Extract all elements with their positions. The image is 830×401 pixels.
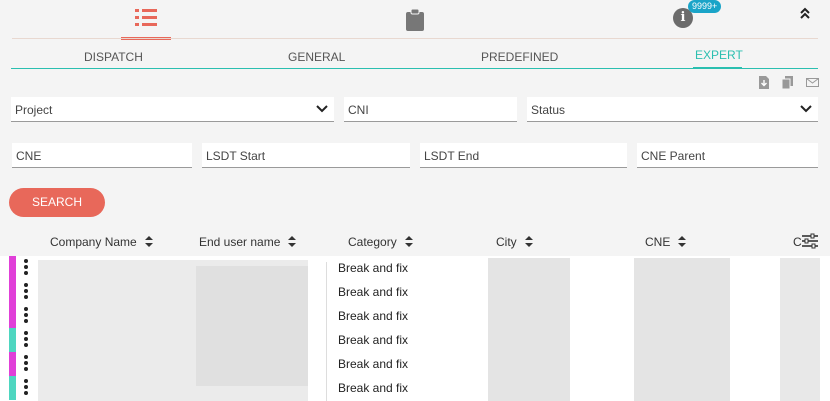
table-row[interactable]: Break and fix xyxy=(0,376,830,400)
table-body: Break and fix Break and fix Break and fi… xyxy=(0,256,830,401)
table-row[interactable]: Break and fix xyxy=(0,352,830,376)
lsdt-start-field[interactable]: LSDT Start xyxy=(202,143,410,168)
lsdt-end-placeholder: LSDT End xyxy=(424,149,480,163)
tab-bar: DISPATCH GENERAL PREDEFINED EXPERT xyxy=(12,44,818,68)
column-header-end-user-name[interactable]: End user name xyxy=(199,235,297,249)
status-stripe xyxy=(9,304,16,328)
chevron-down-icon xyxy=(800,105,812,113)
category-cell: Break and fix xyxy=(338,261,409,275)
top-icon-bar: i 9999+ xyxy=(0,0,830,40)
status-stripe xyxy=(9,376,16,400)
sort-icon xyxy=(524,236,533,247)
status-stripe xyxy=(9,256,16,280)
download-icon[interactable] xyxy=(758,76,770,89)
category-cell: Break and fix xyxy=(338,357,409,371)
cni-field[interactable]: CNI xyxy=(344,97,517,122)
table-header: Company Name End user name Category City… xyxy=(0,228,830,256)
status-select[interactable]: Status xyxy=(527,97,818,122)
project-select[interactable]: Project xyxy=(11,97,334,122)
mail-icon[interactable] xyxy=(806,76,819,89)
table-row[interactable]: Break and fix xyxy=(0,280,830,304)
tab-general[interactable]: GENERAL xyxy=(288,50,345,64)
cne-field[interactable]: CNE xyxy=(12,143,192,168)
sort-icon xyxy=(288,236,297,247)
tab-predefined[interactable]: PREDEFINED xyxy=(481,50,558,64)
cne-parent-placeholder: CNE Parent xyxy=(641,149,706,163)
category-cell: Break and fix xyxy=(338,381,409,395)
project-placeholder: Project xyxy=(15,103,53,117)
table-row[interactable]: Break and fix xyxy=(0,256,830,280)
row-menu-icon[interactable] xyxy=(24,307,28,323)
collapse-up-icon[interactable] xyxy=(798,6,812,20)
tab-active-indicator xyxy=(693,67,742,69)
row-menu-icon[interactable] xyxy=(24,379,28,395)
status-stripe xyxy=(9,352,16,376)
row-menu-icon[interactable] xyxy=(24,331,28,347)
sort-icon xyxy=(678,236,687,247)
category-cell: Break and fix xyxy=(338,285,409,299)
status-stripe xyxy=(9,280,16,304)
copy-icon[interactable] xyxy=(782,76,794,89)
tab-expert[interactable]: EXPERT xyxy=(695,48,743,62)
category-cell: Break and fix xyxy=(338,333,409,347)
cne-parent-field[interactable]: CNE Parent xyxy=(637,143,818,168)
column-label: Category xyxy=(348,235,397,249)
header-divider xyxy=(12,38,818,39)
notification-badge: 9999+ xyxy=(688,0,722,13)
column-header-cne[interactable]: CNE xyxy=(645,235,687,249)
column-header-category[interactable]: Category xyxy=(348,235,413,249)
column-header-city[interactable]: City xyxy=(496,235,533,249)
column-header-company-name[interactable]: Company Name xyxy=(50,235,153,249)
table-row[interactable]: Break and fix xyxy=(0,328,830,352)
tab-dispatch[interactable]: DISPATCH xyxy=(84,50,143,64)
clipboard-icon[interactable] xyxy=(404,9,426,31)
row-menu-icon[interactable] xyxy=(24,259,28,275)
column-divider xyxy=(326,262,327,401)
column-label: End user name xyxy=(199,235,281,249)
table-row[interactable]: Break and fix xyxy=(0,304,830,328)
status-stripe xyxy=(9,328,16,352)
column-label: Company Name xyxy=(50,235,137,249)
row-menu-icon[interactable] xyxy=(24,355,28,371)
cni-placeholder: CNI xyxy=(348,103,369,117)
sort-icon xyxy=(404,236,413,247)
column-label: City xyxy=(496,235,517,249)
sort-icon xyxy=(144,236,153,247)
status-placeholder: Status xyxy=(531,103,566,117)
list-icon[interactable] xyxy=(135,7,157,27)
search-button[interactable]: SEARCH xyxy=(9,188,105,217)
lsdt-start-placeholder: LSDT Start xyxy=(206,149,266,163)
dispatch-app: i 9999+ DISPATCH GENERAL PREDEFINED EXPE… xyxy=(0,0,830,401)
column-settings-icon[interactable] xyxy=(801,233,819,249)
chevron-down-icon xyxy=(316,105,328,113)
category-cell: Break and fix xyxy=(338,309,409,323)
lsdt-end-field[interactable]: LSDT End xyxy=(420,143,627,168)
cne-placeholder: CNE xyxy=(16,149,42,163)
column-label: CNE xyxy=(645,235,671,249)
row-menu-icon[interactable] xyxy=(24,283,28,299)
